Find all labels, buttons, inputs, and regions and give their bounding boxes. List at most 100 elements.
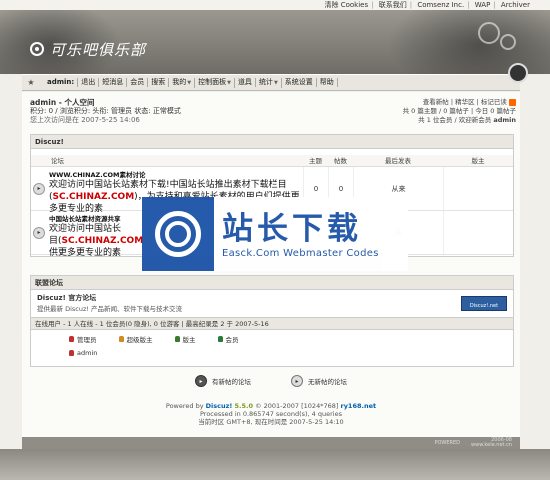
bottom-url: www.kele.net.cn: [471, 442, 512, 448]
logo-circle-icon: [30, 42, 44, 56]
home-icon[interactable]: ★: [26, 78, 36, 88]
copyright-text: © 2001-2007 [1024*768]: [255, 402, 339, 410]
legend-label: 会员: [225, 336, 239, 344]
watermark-title: 站长下载: [222, 210, 362, 247]
forum-status-icon: ▸: [31, 167, 47, 210]
powered-mark: POWERED: [434, 440, 460, 446]
friend-forum-desc: 提供最新 Discuz! 产品新闻、软件下载与技术交流: [37, 305, 183, 313]
user-icon: [69, 336, 74, 342]
friend-forum-item: Discuz! 官方论坛 提供最新 Discuz! 产品新闻、软件下载与技术交流…: [31, 290, 513, 316]
version-label: 5.5.0: [234, 402, 253, 410]
nav-control-panel-label: 控制面板: [198, 77, 227, 86]
header-banner: 可乐吧俱乐部: [0, 10, 550, 74]
user-info-panel: admin - 个人空间 积分: 0 / 浏览积分: 头衔: 管理员 状态: 正…: [30, 98, 181, 125]
user-icon: [118, 336, 124, 342]
forum-status-icon: ▸: [31, 211, 47, 254]
footer: Powered by Discuz! 5.5.0 © 2001-2007 [10…: [22, 402, 520, 426]
watermark-overlay: 站长下载 Easck.Com Webmaster Codes: [142, 197, 408, 271]
nav-decoration-circle: [508, 63, 528, 83]
friend-forums-title: 联盟论坛: [31, 276, 513, 290]
discuz-logo-badge[interactable]: Discuz!.net: [461, 295, 507, 311]
watermark-logo-icon: [142, 197, 214, 271]
bottom-decoration: [0, 449, 550, 480]
swirl-decoration: [500, 34, 516, 50]
forum-desc-text: 欢迎访问中国站长: [49, 224, 122, 234]
last-visit: 您上次访问是在 2007-5-25 14:06: [30, 116, 140, 124]
newest-member-link[interactable]: admin: [493, 116, 516, 124]
user-icon: [69, 350, 74, 356]
user-icon: [217, 336, 223, 342]
chevron-down-icon: ▼: [227, 79, 231, 86]
rss-icon[interactable]: [509, 98, 516, 106]
forum-desc-text: 供更多更专业的素: [49, 248, 122, 258]
legend-label: 版主: [182, 336, 196, 344]
legend-mod: 版主: [174, 334, 196, 344]
timezone-info: 当前时区 GMT+8, 现在时间是 2007-5-25 14:10: [198, 418, 344, 426]
site-logo[interactable]: 可乐吧俱乐部: [30, 38, 146, 60]
no-new-posts-icon: ▸: [291, 375, 303, 387]
legend-new-posts: ▸ 有新帖的论坛: [195, 375, 251, 387]
member-stats: 共 1 位会员 / 欢迎新会员: [418, 116, 492, 124]
nav-control-panel[interactable]: 控制面板▼: [195, 77, 235, 88]
board-stats-panel: 查看新帖 | 精华区 | 标记已读 共 0 篇主题 / 0 篇帖子 | 今日 0…: [403, 98, 516, 125]
top-link-comsenz[interactable]: Comsenz Inc.: [417, 1, 464, 9]
nav-username[interactable]: admin:: [44, 78, 79, 87]
bottom-signature: 2006-08 www.kele.net.cn: [471, 438, 512, 448]
nav-search[interactable]: 搜索: [148, 78, 170, 87]
forum-name[interactable]: WWW.CHINAZ.COM素材讨论: [49, 169, 301, 179]
forum-table-header: 论坛 主题 帖数 最后发表 版主: [31, 155, 513, 167]
quick-links[interactable]: 查看新帖 | 精华区 | 标记已读: [423, 98, 507, 106]
legend-label: 无新帖的论坛: [308, 378, 347, 386]
watermark-text: 站长下载 Easck.Com Webmaster Codes: [214, 210, 379, 259]
nav-messages[interactable]: 短消息: [99, 78, 128, 87]
powered-by-label: Powered by: [165, 402, 204, 410]
online-user-link[interactable]: admin: [77, 349, 97, 357]
friend-forums: 联盟论坛 Discuz! 官方论坛 提供最新 Discuz! 产品新闻、软件下载…: [30, 275, 514, 319]
swirl-decoration: [478, 22, 500, 44]
site-link[interactable]: ry168.net: [340, 402, 376, 410]
watermark-subtitle: Easck.Com Webmaster Codes: [222, 247, 379, 259]
chevron-down-icon: ▼: [187, 79, 192, 86]
top-link-archiver[interactable]: Archiver: [501, 1, 530, 9]
user-icon: [174, 336, 180, 342]
forum-desc-prefix: 目(: [49, 236, 62, 246]
nav-logout[interactable]: 退出: [78, 78, 100, 87]
nav-mine[interactable]: 我的▼: [169, 77, 196, 88]
header-topics: 主题: [309, 157, 322, 165]
category-title[interactable]: Discuz!: [31, 135, 513, 149]
nav-members[interactable]: 会员: [127, 78, 149, 87]
top-link-clear-cookies[interactable]: 清除 Cookies: [324, 1, 368, 9]
top-link-wap[interactable]: WAP: [475, 1, 491, 9]
legend-member: 会员: [217, 334, 239, 344]
main-nav: ★ admin: 退出 短消息 会员 搜索 我的▼ 控制面板▼ 道具 统计▼ 系…: [22, 63, 528, 91]
nav-stats[interactable]: 统计▼: [256, 77, 282, 88]
legend-label: 有新帖的论坛: [212, 378, 251, 386]
discuz-link[interactable]: Discuz!: [206, 402, 233, 410]
online-summary[interactable]: 在线用户 - 1 人在线 - 1 位会员(0 隐身), 0 位游客 | 最高纪录…: [31, 318, 513, 330]
new-posts-icon: ▸: [195, 375, 207, 387]
bottom-bar: POWERED 2006-08 www.kele.net.cn: [22, 437, 520, 449]
legend-no-new-posts: ▸ 无新帖的论坛: [291, 375, 347, 387]
top-link-contact[interactable]: 联系我们: [379, 1, 407, 9]
nav-props[interactable]: 道具: [235, 78, 256, 87]
forum-moderators: [443, 211, 513, 254]
e-ring-icon: [155, 211, 201, 257]
post-stats: 共 0 篇主题 / 0 篇帖子 | 今日 0 篇帖子: [402, 107, 516, 115]
user-group-legend: 管理员 超级版主 版主 会员: [31, 330, 513, 344]
processed-info: Processed in 0.865747 second(s), 4 queri…: [199, 410, 342, 418]
nav-stats-label: 统计: [258, 77, 273, 86]
user-space-link[interactable]: admin - 个人空间: [30, 98, 181, 107]
legend-label: 超级版主: [126, 336, 153, 344]
header-ink-decoration: [380, 10, 550, 74]
forum-moderators: [443, 167, 513, 210]
header-forum: 论坛: [51, 157, 64, 165]
forum-desc-link[interactable]: SC.CHINAZ.COM: [53, 192, 135, 202]
user-credits: 积分: 0 / 浏览积分: 头衔: 管理员 状态: 正常模式: [30, 107, 181, 115]
friend-forum-name[interactable]: Discuz! 官方论坛: [37, 293, 182, 303]
legend-admin: 管理员: [69, 334, 97, 344]
header-posts: 帖数: [334, 157, 347, 165]
legend-super-mod: 超级版主: [118, 334, 153, 344]
forum-desc-link[interactable]: SC.CHINAZ.COM: [62, 236, 144, 246]
nav-help[interactable]: 帮助: [317, 78, 338, 87]
nav-system-settings[interactable]: 系统设置: [282, 78, 317, 87]
